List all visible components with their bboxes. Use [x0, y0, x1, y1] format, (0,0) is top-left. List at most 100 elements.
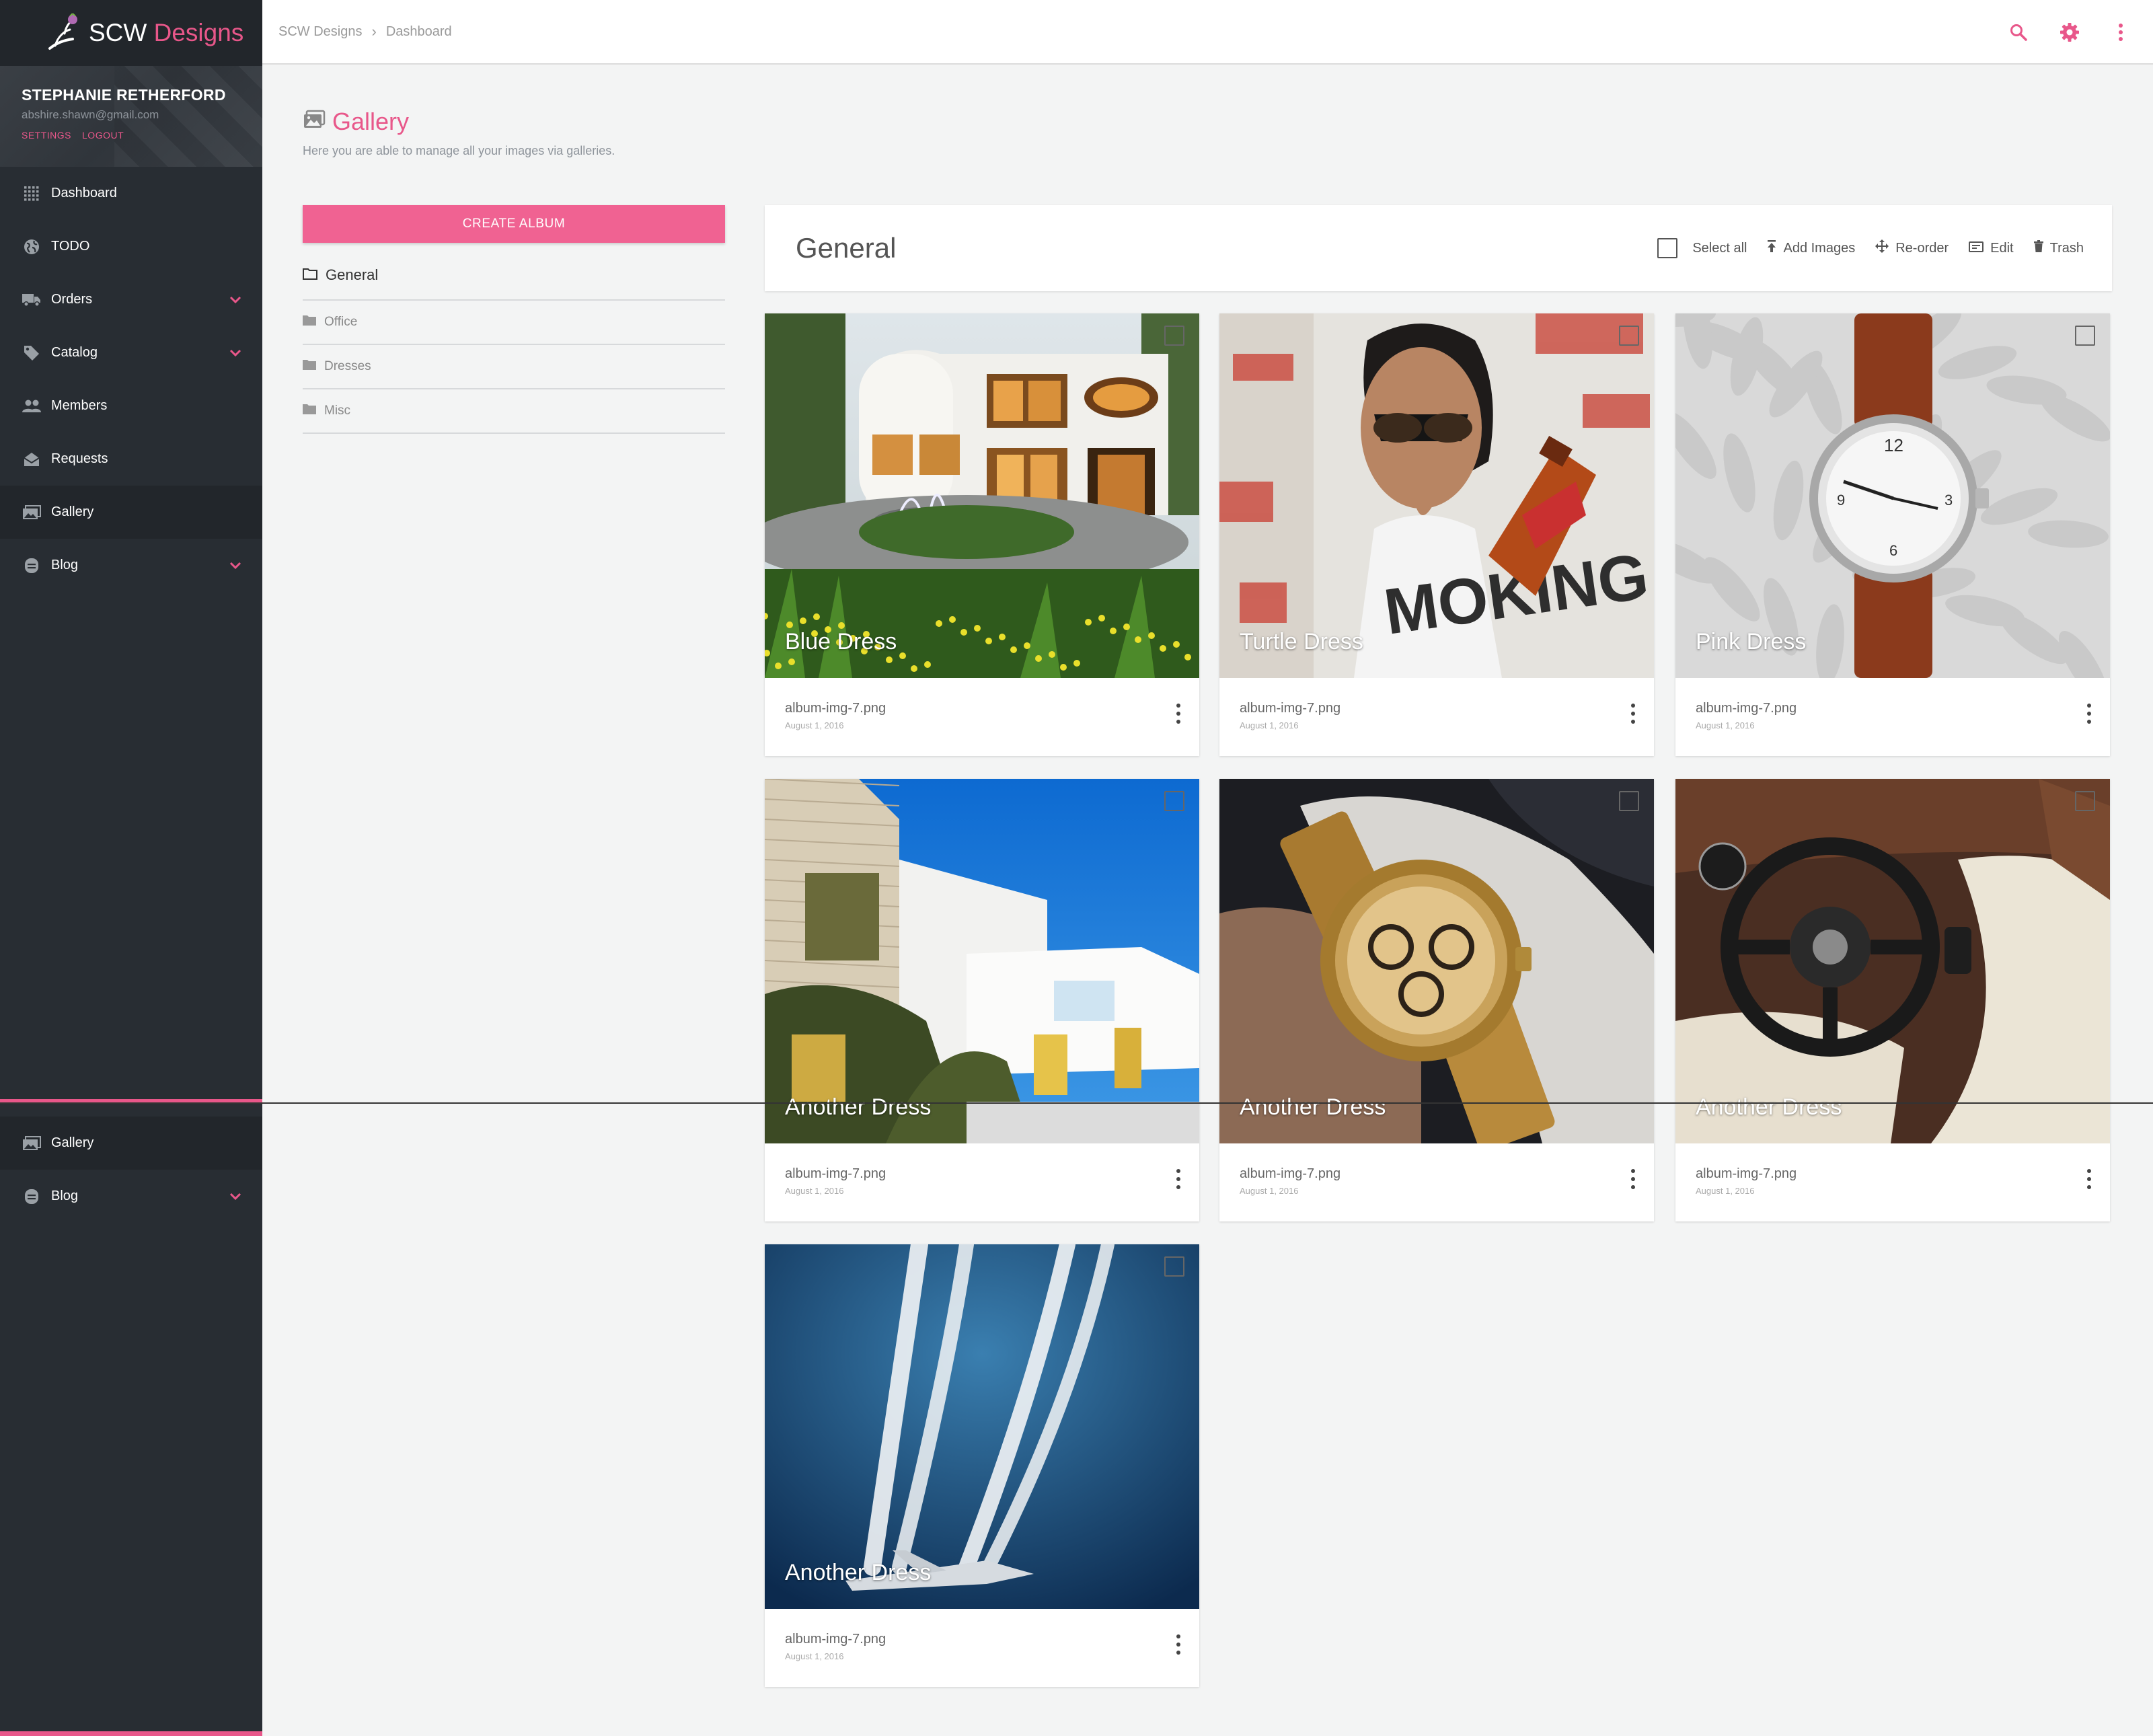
image-card[interactable]: Another Dress album-img-7.png August 1, … — [765, 779, 1199, 1221]
image-select-checkbox[interactable] — [1164, 326, 1184, 346]
reorder-button[interactable]: Re-order — [1875, 239, 1949, 257]
album-item-misc[interactable]: Misc — [303, 389, 725, 434]
image-select-checkbox[interactable] — [1164, 791, 1184, 811]
image-card[interactable]: Another Dress album-img-7.png August 1, … — [1675, 779, 2110, 1221]
album-item-dresses[interactable]: Dresses — [303, 345, 725, 389]
chevron-down-icon[interactable] — [229, 559, 242, 576]
truck-icon — [22, 291, 42, 309]
image-card[interactable]: Another Dress album-img-7.png August 1, … — [765, 1244, 1199, 1687]
sidebar-item-blog-duplicate[interactable]: Blog — [0, 1170, 262, 1223]
settings-link[interactable]: SETTINGS — [22, 130, 71, 141]
image-select-checkbox[interactable] — [1619, 791, 1639, 811]
sidebar-item-label: Gallery — [51, 1135, 94, 1150]
image-thumbnail[interactable]: Another Dress — [765, 779, 1199, 1143]
sidebar-item-members[interactable]: Members — [0, 379, 262, 432]
image-card[interactable]: MOKING Turtle Dress album-img-7.png Augu… — [1219, 313, 1654, 756]
album-item-office[interactable]: Office — [303, 301, 725, 345]
chevron-down-icon[interactable] — [229, 346, 242, 364]
breadcrumb-separator-icon: › — [371, 23, 377, 40]
image-thumbnail[interactable]: Another Dress — [765, 1244, 1199, 1609]
album-item-general[interactable]: General — [303, 251, 725, 301]
sidebar: SCW Designs STEPHANIE RETHERFORD abshire… — [0, 0, 262, 1736]
sidebar-item-dashboard[interactable]: Dashboard — [0, 167, 262, 220]
image-select-checkbox[interactable] — [2075, 326, 2095, 346]
gear-icon[interactable] — [2059, 22, 2080, 43]
sidebar-item-gallery[interactable]: Gallery — [0, 486, 262, 539]
sidebar-item-label: TODO — [51, 239, 90, 254]
image-date: August 1, 2016 — [1240, 1186, 1299, 1196]
sidebar-item-orders[interactable]: Orders — [0, 273, 262, 326]
sidebar-item-blog[interactable]: Blog — [0, 539, 262, 592]
image-date: August 1, 2016 — [785, 1651, 844, 1661]
logout-link[interactable]: LOGOUT — [82, 130, 124, 141]
brand[interactable]: SCW Designs — [0, 0, 262, 66]
sidebar-item-gallery-duplicate[interactable]: Gallery — [0, 1117, 262, 1170]
image-thumbnail[interactable]: Blue Dress — [765, 313, 1199, 678]
breadcrumb: SCW Designs › Dashboard — [278, 23, 452, 40]
create-album-button[interactable]: CREATE ALBUM — [303, 205, 725, 243]
edit-button[interactable]: Edit — [1969, 241, 2014, 256]
image-card[interactable]: Another Dress album-img-7.png August 1, … — [1219, 779, 1654, 1221]
sidebar-item-requests[interactable]: Requests — [0, 432, 262, 486]
image-caption: Turtle Dress — [1240, 629, 1363, 654]
image-card[interactable]: 12 3 6 9 Pink Dress album-img-7.png Augu… — [1675, 313, 2110, 756]
app-root: SCW Designs STEPHANIE RETHERFORD abshire… — [0, 0, 2153, 1736]
folder-open-icon — [303, 266, 317, 284]
more-vertical-icon[interactable] — [1175, 704, 1182, 724]
more-vertical-icon[interactable] — [1630, 704, 1636, 724]
image-thumbnail[interactable]: 12 3 6 9 Pink Dress — [1675, 313, 2110, 678]
image-meta: album-img-7.png August 1, 2016 — [765, 1143, 1199, 1221]
image-select-checkbox[interactable] — [1164, 1256, 1184, 1277]
globe-icon — [22, 238, 42, 256]
add-images-button[interactable]: Add Images — [1767, 239, 1855, 257]
more-vertical-icon[interactable] — [2086, 704, 2092, 724]
image-filename: album-img-7.png — [1240, 701, 1341, 716]
image-filename: album-img-7.png — [785, 1632, 886, 1647]
envelope-open-icon — [22, 451, 42, 468]
reorder-label: Re-order — [1895, 240, 1949, 256]
sidebar-item-label: Catalog — [51, 345, 98, 360]
more-vertical-icon[interactable] — [1630, 1169, 1636, 1189]
image-meta: album-img-7.png August 1, 2016 — [1219, 1143, 1654, 1221]
image-caption: Pink Dress — [1696, 629, 1807, 654]
image-thumbnail[interactable]: MOKING Turtle Dress — [1219, 313, 1654, 678]
select-all-checkbox[interactable] — [1657, 238, 1678, 258]
image-card[interactable]: Blue Dress album-img-7.png August 1, 201… — [765, 313, 1199, 756]
breadcrumb-item-root[interactable]: SCW Designs — [278, 24, 362, 40]
sidebar-item-label: Orders — [51, 292, 93, 307]
select-all-control[interactable]: Select all — [1657, 238, 1747, 258]
users-icon — [22, 398, 42, 415]
sidebar-item-todo[interactable]: TODO — [0, 220, 262, 273]
album-panel-header: General Select all Add Images Re-order E… — [765, 205, 2112, 291]
breadcrumb-item-current[interactable]: Dashboard — [386, 24, 452, 40]
album-title: General — [796, 232, 897, 264]
more-vertical-icon[interactable] — [1175, 1634, 1182, 1655]
svg-text:6: 6 — [1889, 542, 1897, 559]
sidebar-nav-duplicate: Gallery Blog — [0, 1117, 262, 1223]
image-select-checkbox[interactable] — [1619, 326, 1639, 346]
trash-icon — [2033, 240, 2043, 256]
sidebar-item-label: Requests — [51, 451, 108, 466]
trash-button[interactable]: Trash — [2033, 240, 2084, 256]
sidebar-item-label: Blog — [51, 1188, 79, 1203]
edit-icon — [1969, 241, 1984, 256]
image-filename: album-img-7.png — [1696, 701, 1797, 716]
svg-text:12: 12 — [1884, 435, 1903, 455]
sidebar-item-catalog[interactable]: Catalog — [0, 326, 262, 379]
image-date: August 1, 2016 — [1696, 1186, 1755, 1196]
chevron-down-icon[interactable] — [229, 293, 242, 311]
user-email: abshire.shawn@gmail.com — [22, 108, 159, 121]
folder-icon — [303, 404, 316, 418]
image-select-checkbox[interactable] — [2075, 791, 2095, 811]
image-thumbnail[interactable]: Another Dress — [1219, 779, 1654, 1143]
topbar: SCW Designs › Dashboard — [262, 0, 2153, 65]
image-meta: album-img-7.png August 1, 2016 — [1675, 1143, 2110, 1221]
search-icon[interactable] — [2008, 22, 2029, 43]
album-label: General — [326, 266, 379, 283]
image-thumbnail[interactable]: Another Dress — [1675, 779, 2110, 1143]
more-vertical-icon[interactable] — [2086, 1169, 2092, 1189]
more-vertical-icon[interactable] — [2110, 22, 2131, 43]
more-vertical-icon[interactable] — [1175, 1169, 1182, 1189]
page-subtitle: Here you are able to manage all your ima… — [303, 144, 615, 157]
chevron-down-icon[interactable] — [229, 1190, 242, 1207]
